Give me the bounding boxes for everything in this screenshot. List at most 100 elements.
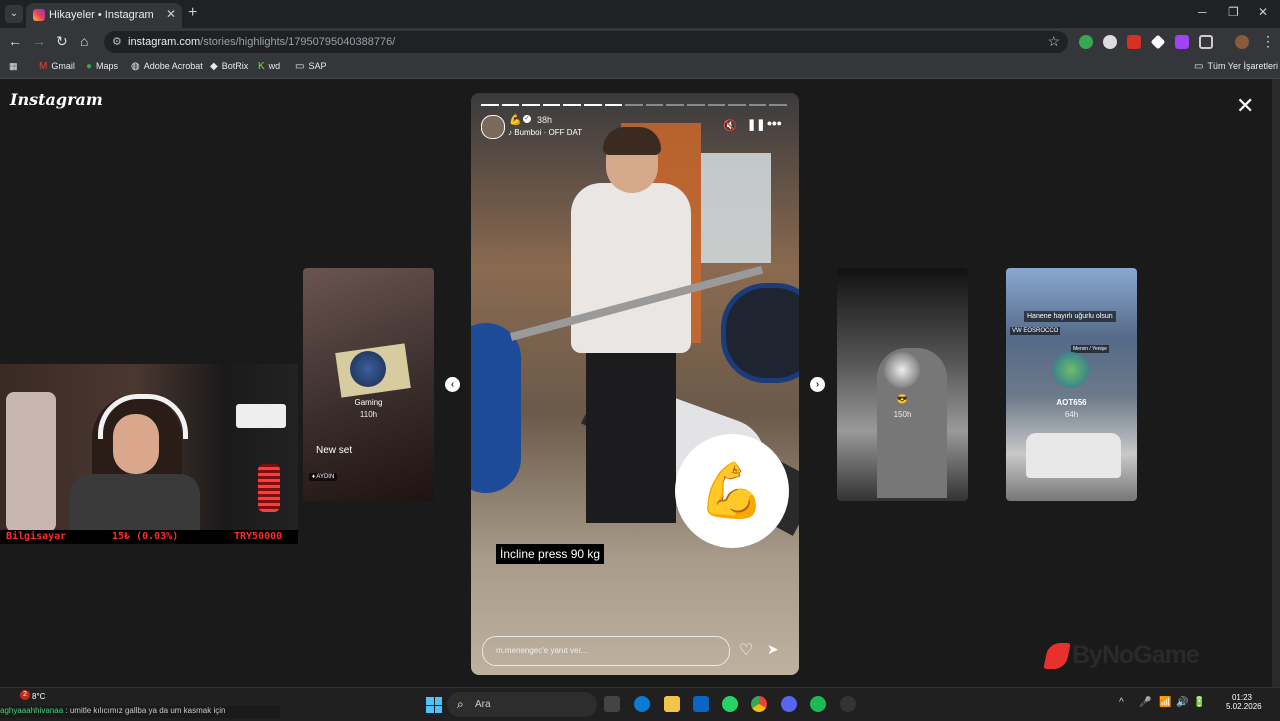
edge-icon[interactable] (634, 696, 650, 712)
task-view-icon[interactable] (604, 696, 620, 712)
reply-placeholder: m.menengec'e yanıt ver... (496, 646, 588, 655)
notification-badge: 2 (20, 690, 30, 700)
profile-avatar[interactable] (1235, 35, 1249, 49)
bookmark-botrix[interactable]: ◆ BotRix (210, 61, 248, 72)
gmail-icon: M (39, 61, 48, 72)
tab-title: Hikayeler • Instagram (49, 9, 154, 21)
chrome-icon[interactable] (751, 696, 767, 712)
author-emoji: 💪 (509, 115, 522, 126)
side-story-text: New set (316, 445, 353, 456)
spotify-icon[interactable] (810, 696, 826, 712)
side-story-label: Gaming (354, 398, 383, 407)
progress-segment (542, 104, 561, 106)
bookmark-sap[interactable]: ▭ SAP (295, 61, 326, 72)
side-story-time: 150h (893, 410, 912, 419)
new-tab-button[interactable]: + (188, 4, 197, 22)
side-story-time: 110h (359, 410, 378, 419)
search-icon: ⌕ (457, 697, 464, 711)
side-story-tag: ♦ AYDIN (309, 473, 338, 481)
wifi-icon[interactable]: 📶 (1159, 697, 1171, 708)
extensions-puzzle-icon[interactable] (1199, 35, 1213, 49)
windows-start-icon[interactable] (426, 697, 442, 713)
active-story[interactable]: 💪 ✓ 38h ♪ Bumboi · OFF DAT 🔇 ❚❚ ••• 💪 İn… (471, 93, 799, 675)
story-author-avatar[interactable] (481, 115, 505, 139)
outlook-icon[interactable] (693, 696, 709, 712)
spotter-shirt (571, 183, 691, 353)
spotter-image (531, 127, 691, 533)
discord-icon[interactable] (781, 696, 797, 712)
reply-input[interactable]: m.menengec'e yanıt ver... (482, 636, 730, 666)
progress-segment (522, 104, 540, 106)
progress-segment (769, 104, 787, 106)
minimize-button[interactable]: ─ (1198, 5, 1207, 19)
window-close-button[interactable]: ✕ (1258, 5, 1268, 19)
mute-icon[interactable]: 🔇 (723, 119, 737, 132)
bookmark-adobe-acrobat[interactable]: ◍ Adobe Acrobat (131, 61, 203, 72)
chat-ticker: aghyaaahhivanaa : umitle kılıcımız gallb… (0, 706, 280, 718)
side-story-2[interactable]: 😎 150h (837, 268, 968, 501)
back-button[interactable]: ← (8, 33, 22, 49)
home-button[interactable]: ⌂ (80, 33, 88, 49)
story-avatar (350, 351, 386, 387)
progress-segment (481, 104, 499, 106)
bookmark-gmail[interactable]: M Gmail (39, 61, 75, 72)
battery-icon[interactable]: 🔋 (1193, 697, 1205, 708)
side-story-aot656[interactable]: Hanene hayırlı uğurlu olsun VW EOSROCCO … (1006, 268, 1137, 501)
next-story-button[interactable]: › (810, 377, 825, 392)
apps-grid-icon[interactable]: ▦ (9, 61, 18, 72)
progress-segment (728, 104, 746, 106)
forward-button[interactable]: → (32, 33, 46, 49)
page-scrollbar[interactable] (1272, 79, 1280, 687)
address-bar[interactable]: ⚙ instagram.com/stories/highlights/17950… (104, 31, 1068, 53)
extension-shield-icon[interactable] (1079, 35, 1093, 49)
shelf-image (236, 404, 286, 428)
restore-button[interactable]: ❐ (1228, 5, 1239, 19)
story-progress-bar (481, 104, 787, 106)
tab-close-icon[interactable]: ✕ (166, 7, 176, 21)
send-icon[interactable]: ➤ (767, 641, 779, 658)
site-info-icon[interactable]: ⚙ (112, 35, 122, 48)
extension-purple-icon[interactable] (1175, 35, 1189, 49)
microphone-icon[interactable]: 🎤 (1139, 697, 1151, 708)
progress-segment (645, 104, 664, 106)
like-heart-icon[interactable]: ♡ (739, 640, 753, 660)
reload-button[interactable]: ↻ (56, 33, 68, 50)
tray-overflow-icon[interactable]: ^ (1119, 697, 1124, 708)
extension-red-icon[interactable] (1127, 35, 1141, 49)
bookmark-maps[interactable]: ● Maps (86, 61, 118, 72)
globe-icon: ◍ (131, 61, 140, 72)
close-stories-icon[interactable]: ✕ (1236, 93, 1254, 119)
extension-ublock-icon[interactable] (1103, 35, 1117, 49)
stories-viewer: Instagram ✕ Gaming 110h New set ♦ AYDIN … (0, 79, 1272, 687)
folder-icon: ▭ (1194, 61, 1204, 72)
story-time: 38h (537, 115, 553, 125)
side-story-emoji: 😎 (896, 394, 909, 404)
side-story-label: AOT656 (1056, 398, 1087, 407)
more-options-icon[interactable]: ••• (767, 115, 782, 131)
weather-widget[interactable]: 8°C (32, 692, 45, 701)
all-bookmarks-folder[interactable]: ▭ Tüm Yer İşaretleri (1194, 61, 1278, 72)
file-explorer-icon[interactable] (664, 696, 680, 712)
bookmark-wd[interactable]: Kwd (258, 61, 280, 72)
progress-segment (563, 104, 581, 106)
bookmark-star-icon[interactable]: ☆ (1047, 33, 1060, 50)
extension-diamond-icon[interactable] (1150, 34, 1166, 50)
taskbar-search[interactable]: ⌕ Ara (447, 692, 597, 717)
rgb-lamp-image (258, 464, 280, 512)
app-icon[interactable] (840, 696, 856, 712)
browser-menu-icon[interactable]: ⋮ (1261, 33, 1275, 50)
side-story-text1: Hanene hayırlı uğurlu olsun (1024, 311, 1116, 322)
previous-story-button[interactable]: ‹ (445, 377, 460, 392)
volume-icon[interactable]: 🔊 (1176, 697, 1188, 708)
story-avatar (1053, 352, 1089, 388)
clock[interactable]: 01:23 5.02.2026 (1226, 693, 1262, 711)
story-music[interactable]: ♪ Bumboi · OFF DAT (508, 128, 582, 137)
tab-instagram[interactable]: Hikayeler • Instagram ✕ (26, 3, 182, 28)
whatsapp-icon[interactable] (722, 696, 738, 712)
pause-icon[interactable]: ❚❚ (747, 118, 765, 131)
tab-search-button[interactable]: ⌄ (5, 5, 23, 23)
side-story-gaming[interactable]: Gaming 110h New set ♦ AYDIN (303, 268, 434, 501)
instagram-logo[interactable]: Instagram (10, 90, 103, 109)
maps-pin-icon: ● (86, 61, 93, 72)
spotter-hair (603, 127, 661, 155)
